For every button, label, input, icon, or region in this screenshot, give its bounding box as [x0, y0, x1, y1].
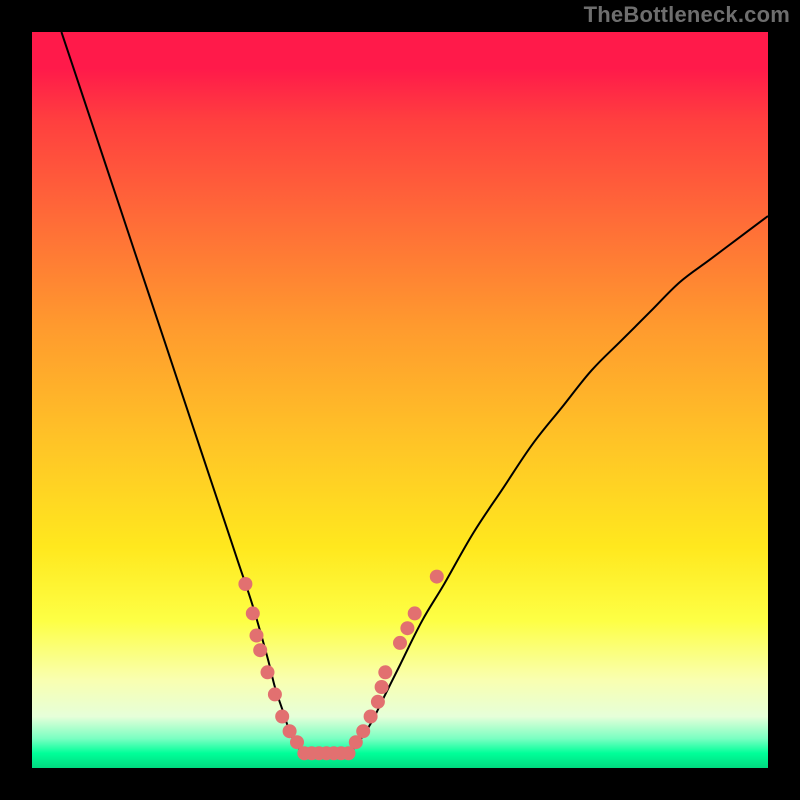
scatter-dot — [246, 606, 260, 620]
scatter-dot — [268, 687, 282, 701]
scatter-dot — [275, 710, 289, 724]
scatter-dot — [253, 643, 267, 657]
curve-left — [61, 32, 304, 753]
scatter-dot — [371, 695, 385, 709]
scatter-dot — [364, 710, 378, 724]
scatter-dot — [430, 570, 444, 584]
curve-right — [348, 216, 768, 753]
scatter-dot — [261, 665, 275, 679]
chart-outer: TheBottleneck.com — [0, 0, 800, 800]
plot-area — [32, 32, 768, 768]
scatter-dot — [250, 629, 264, 643]
curve-svg — [32, 32, 768, 768]
scatter-dot — [378, 665, 392, 679]
scatter-dot — [408, 606, 422, 620]
scatter-dot — [400, 621, 414, 635]
scatter-dot — [238, 577, 252, 591]
scatter-dot — [356, 724, 370, 738]
scatter-dot — [375, 680, 389, 694]
scatter-dot — [393, 636, 407, 650]
watermark-text: TheBottleneck.com — [584, 2, 790, 28]
